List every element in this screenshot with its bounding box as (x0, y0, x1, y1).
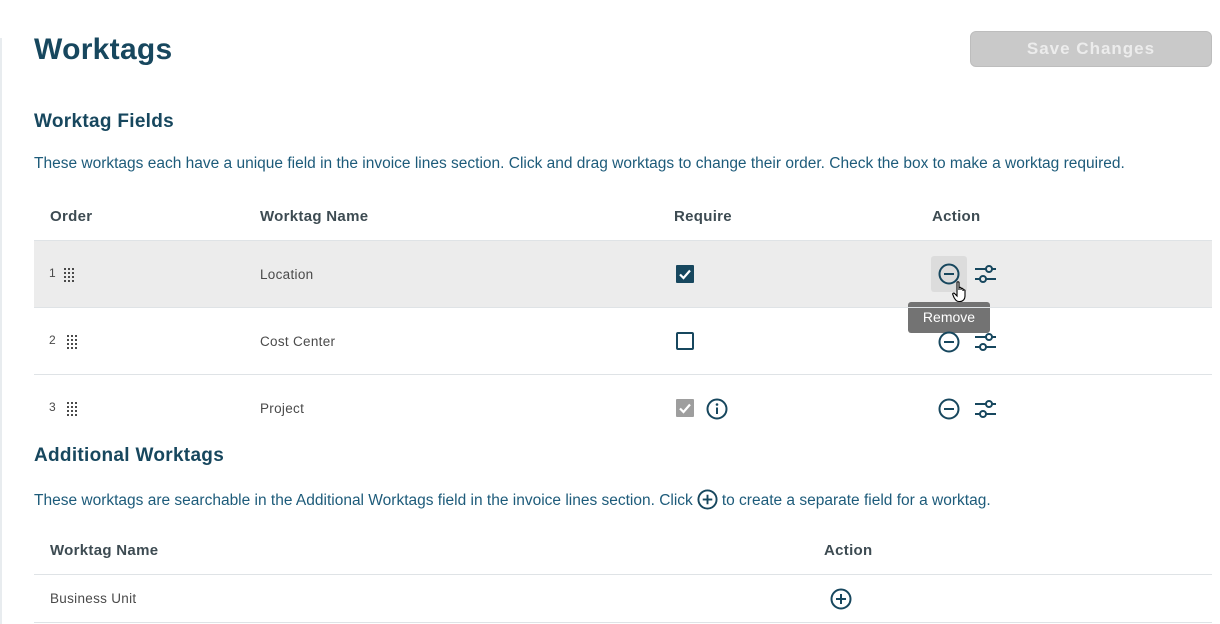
worktag-fields-heading: Worktag Fields (34, 111, 175, 132)
hand-cursor-icon (952, 281, 966, 303)
column-header-order: Order (50, 208, 93, 225)
worktag-name: Business Unit (50, 591, 137, 606)
save-changes-button[interactable]: Save Changes (970, 31, 1212, 67)
column-header-action: Action (932, 208, 981, 225)
require-checkbox-disabled (676, 399, 694, 417)
drag-handle-icon[interactable] (67, 335, 79, 349)
worktag-name: Cost Center (260, 334, 336, 349)
page-title: Worktags (34, 33, 173, 66)
settings-sliders-icon[interactable] (974, 331, 998, 353)
worktag-fields-description: These worktags each have a unique field … (34, 155, 1125, 172)
worktag-name: Location (260, 267, 314, 282)
description-text-after: to create a separate field for a worktag… (721, 492, 991, 509)
additional-worktag-row-business-unit[interactable]: Business Unit (34, 574, 1212, 623)
worktag-row-location[interactable]: 1 Location (34, 240, 1212, 307)
column-header-worktag-name: Worktag Name (260, 208, 369, 225)
settings-sliders-icon[interactable] (974, 263, 998, 285)
require-checkbox-checked[interactable] (676, 265, 694, 283)
worktag-name: Project (260, 401, 305, 416)
worktag-row-cost-center[interactable]: 2 Cost Center (34, 307, 1212, 374)
order-number: 2 (49, 333, 56, 347)
additional-worktags-description: These worktags are searchable in the Add… (34, 489, 991, 510)
info-icon[interactable] (706, 398, 728, 420)
drag-handle-icon[interactable] (67, 402, 79, 416)
left-divider (0, 38, 2, 624)
remove-icon[interactable] (938, 398, 960, 420)
order-number: 3 (49, 400, 56, 414)
require-checkbox-unchecked[interactable] (676, 332, 694, 350)
column-header-worktag-name: Worktag Name (50, 542, 159, 559)
add-circle-icon (697, 489, 718, 510)
drag-handle-icon[interactable] (64, 268, 76, 282)
description-text-before: These worktags are searchable in the Add… (34, 492, 693, 509)
column-header-action: Action (824, 542, 873, 559)
worktag-row-project[interactable]: 3 Project (34, 374, 1212, 441)
additional-worktags-heading: Additional Worktags (34, 445, 225, 466)
column-header-require: Require (674, 208, 732, 225)
remove-icon[interactable] (938, 331, 960, 353)
settings-sliders-icon[interactable] (974, 398, 998, 420)
add-circle-icon[interactable] (830, 588, 852, 610)
order-number: 1 (49, 266, 56, 280)
